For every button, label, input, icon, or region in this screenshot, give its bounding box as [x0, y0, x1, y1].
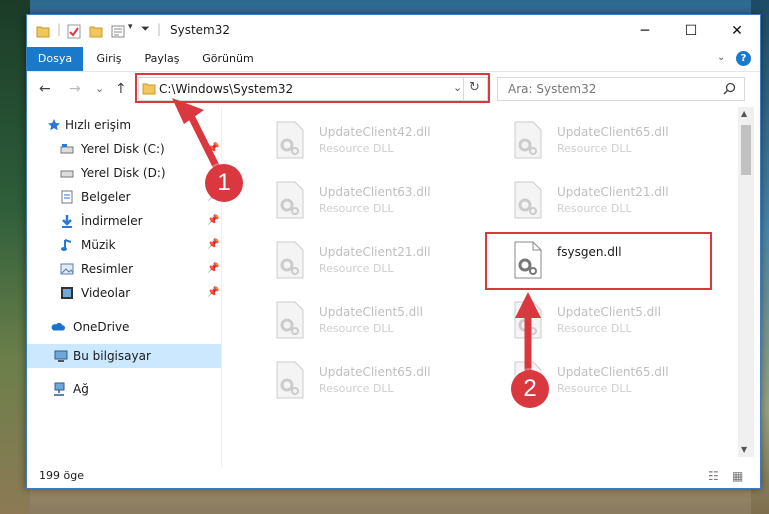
cloud-icon: [51, 322, 65, 331]
list-item[interactable]: UpdateClient5.dll Resource DLL: [485, 295, 715, 345]
sidebar-item-onedrive[interactable]: OneDrive: [27, 315, 221, 339]
dll-file-icon: [514, 301, 542, 339]
sidebar-item-videos[interactable]: Videolar 📌: [27, 281, 221, 305]
list-item[interactable]: UpdateClient21.dll Resource DLL: [247, 235, 477, 285]
customize-icon[interactable]: [111, 23, 125, 39]
maximize-button[interactable]: ☐: [668, 15, 714, 47]
list-item[interactable]: UpdateClient65.dll Resource DLL: [485, 115, 715, 165]
close-icon: ✕: [731, 23, 743, 39]
minimize-button[interactable]: ─: [622, 15, 668, 47]
pin-icon[interactable]: 📌: [207, 239, 219, 250]
ribbon: Dosya Giriş Paylaş Görünüm ⌄ ?: [27, 47, 760, 72]
dll-file-icon: [276, 121, 304, 159]
properties-icon[interactable]: [67, 23, 81, 39]
back-button[interactable]: ←: [39, 81, 51, 97]
computer-icon: [54, 350, 68, 362]
list-item[interactable]: UpdateClient65.dll Resource DLL: [247, 355, 477, 405]
sidebar-item-downloads[interactable]: İndirmeler 📌: [27, 209, 221, 233]
tab-file[interactable]: Dosya: [27, 47, 83, 71]
scroll-up-icon[interactable]: ▲: [741, 109, 747, 118]
list-item[interactable]: UpdateClient42.dll Resource DLL: [247, 115, 477, 165]
list-item[interactable]: UpdateClient63.dll Resource DLL: [247, 175, 477, 225]
recent-locations-button[interactable]: ⌄: [95, 82, 104, 95]
drive-icon: [60, 170, 74, 178]
dll-file-icon: [276, 241, 304, 279]
title-bar: | ▾ ⏷ | System32 ─ ☐ ✕: [27, 15, 760, 47]
search-box[interactable]: Ara: System32: [497, 77, 745, 101]
details-view-icon[interactable]: ☷: [708, 469, 719, 483]
tiles-view-icon[interactable]: ▦: [732, 469, 743, 483]
status-bar: 199 öge ☷ ▦: [27, 466, 760, 488]
sidebar-item-local-disk-d[interactable]: Yerel Disk (D:) 📌: [27, 161, 221, 185]
file-list: UpdateClient42.dll Resource DLL UpdateCl…: [223, 107, 738, 467]
folder-icon: [36, 26, 50, 38]
scrollbar-thumb[interactable]: [741, 125, 751, 175]
dll-file-icon: [514, 121, 542, 159]
customize-toolbar-icon[interactable]: ⏷: [141, 22, 150, 36]
step-marker-2: 2: [511, 370, 549, 408]
pin-icon[interactable]: 📌: [207, 215, 219, 226]
maximize-icon: ☐: [684, 23, 698, 39]
sidebar-item-quick-access[interactable]: Hızlı erişim: [27, 113, 221, 137]
dll-file-icon: [276, 301, 304, 339]
documents-icon: [61, 190, 73, 204]
sidebar-item-music[interactable]: Müzik 📌: [27, 233, 221, 257]
up-button[interactable]: ↑: [115, 81, 127, 97]
dll-file-icon: [514, 181, 542, 219]
star-icon: [48, 119, 60, 131]
forward-button[interactable]: →: [69, 81, 81, 97]
quick-access-dropdown-icon[interactable]: ▾: [128, 22, 133, 32]
explorer-window: | ▾ ⏷ | System32 ─ ☐ ✕ Dosya Giriş Payla…: [26, 14, 761, 489]
pin-icon[interactable]: 📌: [207, 287, 219, 298]
navigation-bar: ← → ⌄ ↑ C:\Windows\System32 ⌄ ↻ Ara: Sys…: [27, 72, 760, 106]
vertical-scrollbar[interactable]: ▲ ▼: [738, 107, 754, 457]
step-marker-1: 1: [205, 164, 243, 202]
sidebar-item-local-disk-c[interactable]: Yerel Disk (C:) 📌: [27, 137, 221, 161]
list-item[interactable]: UpdateClient21.dll Resource DLL: [485, 175, 715, 225]
file-highlight-box: [485, 232, 712, 290]
sidebar-item-this-pc[interactable]: Bu bilgisayar: [27, 344, 221, 368]
scroll-down-icon[interactable]: ▼: [741, 445, 747, 454]
tab-share[interactable]: Paylaş: [137, 47, 187, 71]
music-icon: [61, 239, 72, 251]
minimize-icon: ─: [640, 23, 650, 39]
pin-icon[interactable]: 📌: [207, 263, 219, 274]
help-button[interactable]: ?: [736, 51, 751, 66]
pin-icon[interactable]: 📌: [207, 143, 219, 154]
drive-icon: [60, 144, 74, 154]
search-input[interactable]: Ara: System32: [508, 82, 596, 96]
item-count: 199 öge: [39, 469, 84, 482]
title-separator-2: |: [157, 22, 162, 36]
tab-home[interactable]: Giriş: [89, 47, 129, 71]
pane-divider: [221, 107, 222, 467]
ribbon-expand-icon[interactable]: ⌄: [717, 52, 725, 63]
download-icon: [62, 215, 72, 228]
tab-view[interactable]: Görünüm: [199, 47, 257, 71]
search-icon: [723, 82, 736, 95]
new-folder-icon[interactable]: [89, 23, 103, 39]
navigation-pane: Hızlı erişim Yerel Disk (C:) 📌 Yerel Dis…: [27, 107, 221, 467]
sidebar-item-network[interactable]: Ağ: [27, 377, 221, 401]
window-title: System32: [170, 23, 231, 37]
videos-icon: [61, 287, 73, 299]
network-icon: [54, 382, 65, 396]
pictures-icon: [60, 263, 74, 275]
close-button[interactable]: ✕: [714, 15, 760, 47]
sidebar-item-documents[interactable]: Belgeler 📌: [27, 185, 221, 209]
title-separator: |: [57, 22, 62, 36]
sidebar-item-pictures[interactable]: Resimler 📌: [27, 257, 221, 281]
address-highlight-box: [135, 73, 490, 103]
dll-file-icon: [276, 181, 304, 219]
dll-file-icon: [276, 361, 304, 399]
list-item[interactable]: UpdateClient5.dll Resource DLL: [247, 295, 477, 345]
